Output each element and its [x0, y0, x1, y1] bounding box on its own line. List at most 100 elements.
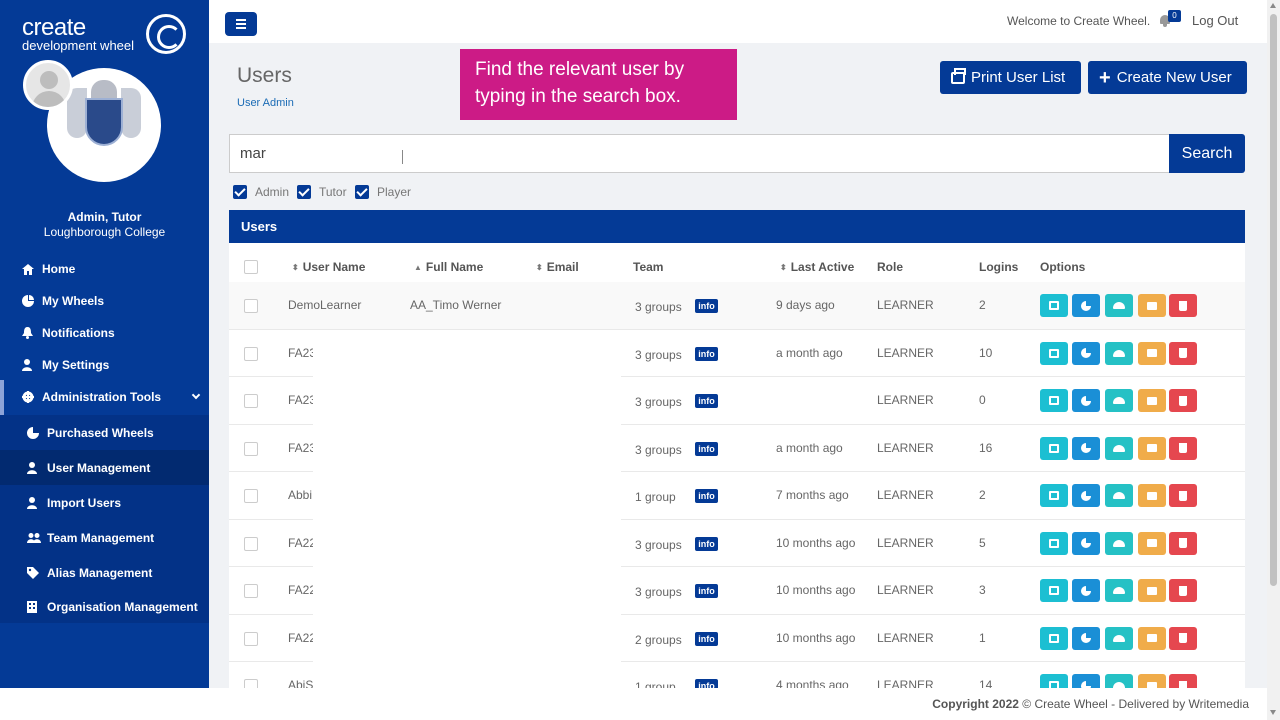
- user-teams-button[interactable]: [1105, 579, 1133, 602]
- delete-user-button[interactable]: [1169, 294, 1197, 317]
- view-wheel-button[interactable]: [1072, 341, 1100, 365]
- edit-user-button[interactable]: [1040, 389, 1068, 412]
- user-teams-button[interactable]: [1105, 294, 1133, 317]
- delete-user-button[interactable]: [1169, 341, 1197, 365]
- row-checkbox[interactable]: [244, 394, 258, 408]
- search-input[interactable]: [229, 134, 1170, 173]
- message-user-button[interactable]: [1138, 579, 1166, 602]
- delete-user-button[interactable]: [1169, 389, 1197, 412]
- col-last-active[interactable]: ⬍ Last Active: [780, 260, 854, 274]
- user-teams-button[interactable]: [1105, 626, 1133, 650]
- edit-user-button[interactable]: [1040, 674, 1068, 688]
- delete-user-button[interactable]: [1169, 484, 1197, 507]
- sidebar-item-user-management[interactable]: User Management: [0, 450, 209, 485]
- logo-subtext: development wheel: [22, 38, 135, 53]
- avatar[interactable]: [23, 60, 73, 110]
- info-badge[interactable]: info: [695, 441, 718, 456]
- sidebar-item-team-management[interactable]: Team Management: [0, 520, 209, 555]
- table-row[interactable]: DemoLearner AA_Timo Werner 3 groups info 9 d…: [229, 282, 1245, 330]
- sidebar-item-purchased-wheels[interactable]: Purchased Wheels: [0, 415, 209, 450]
- scroll-thumb[interactable]: [1270, 14, 1277, 586]
- view-wheel-button[interactable]: [1072, 579, 1100, 602]
- message-user-button[interactable]: [1138, 484, 1166, 507]
- col-email[interactable]: ⬍ Email: [536, 260, 579, 274]
- view-wheel-button[interactable]: [1072, 626, 1100, 650]
- col-user-name[interactable]: ⬍ User Name: [292, 260, 365, 274]
- message-user-button[interactable]: [1138, 531, 1166, 555]
- row-checkbox[interactable]: [244, 489, 258, 503]
- breadcrumb[interactable]: User Admin: [237, 97, 294, 109]
- user-teams-button[interactable]: [1105, 436, 1133, 460]
- message-user-button[interactable]: [1138, 294, 1166, 317]
- row-checkbox[interactable]: [244, 584, 258, 598]
- select-all-checkbox[interactable]: [244, 260, 258, 274]
- view-wheel-button[interactable]: [1072, 531, 1100, 555]
- user-teams-button[interactable]: [1105, 484, 1133, 507]
- row-checkbox[interactable]: [244, 299, 258, 313]
- edit-user-button[interactable]: [1040, 484, 1068, 507]
- message-user-button[interactable]: [1138, 626, 1166, 650]
- user-teams-button[interactable]: [1105, 531, 1133, 555]
- info-badge[interactable]: info: [695, 631, 718, 646]
- sidebar-item-alias-management[interactable]: Alias Management: [0, 555, 209, 590]
- edit-user-button[interactable]: [1040, 626, 1068, 650]
- view-wheel-button[interactable]: [1072, 674, 1100, 688]
- print-user-list-button[interactable]: Print User List: [940, 61, 1081, 94]
- create-wheel-logo[interactable]: create development wheel: [22, 14, 192, 56]
- delete-user-button[interactable]: [1169, 626, 1197, 650]
- delete-user-button[interactable]: [1169, 579, 1197, 602]
- player-checkbox[interactable]: [355, 185, 369, 199]
- row-checkbox[interactable]: [244, 631, 258, 646]
- filter-player[interactable]: Player: [355, 185, 411, 199]
- sidebar-item-administration-tools[interactable]: Administration Tools: [0, 381, 209, 413]
- sidebar-item-my-wheels[interactable]: My Wheels: [0, 285, 209, 317]
- edit-user-button[interactable]: [1040, 436, 1068, 460]
- row-checkbox[interactable]: [244, 441, 258, 456]
- view-wheel-button[interactable]: [1072, 436, 1100, 460]
- col-full-name[interactable]: ▲ Full Name: [414, 260, 483, 274]
- admin-checkbox[interactable]: [233, 185, 247, 199]
- sidebar-item-import-users[interactable]: Import Users: [0, 485, 209, 520]
- scroll-up-arrow-icon[interactable]: [1270, 3, 1276, 8]
- delete-user-button[interactable]: [1169, 436, 1197, 460]
- view-wheel-button[interactable]: [1072, 389, 1100, 412]
- sidebar-item-my-settings[interactable]: My Settings: [0, 349, 209, 381]
- page-scrollbar[interactable]: [1267, 0, 1280, 720]
- view-wheel-button[interactable]: [1072, 294, 1100, 317]
- delete-user-button[interactable]: [1169, 674, 1197, 688]
- edit-user-button[interactable]: [1040, 341, 1068, 365]
- info-badge[interactable]: info: [695, 536, 718, 551]
- message-user-button[interactable]: [1138, 674, 1166, 688]
- user-teams-button[interactable]: [1105, 389, 1133, 412]
- info-badge[interactable]: info: [695, 394, 718, 408]
- filter-tutor[interactable]: Tutor: [297, 185, 347, 199]
- info-badge[interactable]: info: [695, 584, 718, 598]
- message-user-button[interactable]: [1138, 436, 1166, 460]
- user-teams-button[interactable]: [1105, 341, 1133, 365]
- message-user-button[interactable]: [1138, 389, 1166, 412]
- edit-user-button[interactable]: [1040, 531, 1068, 555]
- search-button[interactable]: Search: [1169, 134, 1245, 173]
- user-teams-button[interactable]: [1105, 674, 1133, 688]
- info-badge[interactable]: info: [695, 346, 718, 361]
- create-new-user-button[interactable]: + Create New User: [1088, 61, 1247, 94]
- row-checkbox[interactable]: [244, 346, 258, 361]
- sidebar-item-organisation-management[interactable]: Organisation Management: [0, 590, 209, 623]
- tutor-checkbox[interactable]: [297, 185, 311, 199]
- sidebar-item-notifications[interactable]: Notifications: [0, 317, 209, 349]
- row-checkbox[interactable]: [244, 536, 258, 551]
- delete-user-button[interactable]: [1169, 531, 1197, 555]
- message-user-button[interactable]: [1138, 341, 1166, 365]
- view-wheel-button[interactable]: [1072, 484, 1100, 507]
- info-badge[interactable]: info: [695, 299, 718, 313]
- menu-toggle-button[interactable]: [225, 12, 257, 36]
- scroll-down-arrow-icon[interactable]: [1270, 710, 1276, 715]
- row-checkbox[interactable]: [244, 679, 258, 688]
- logout-link[interactable]: Log Out: [1192, 13, 1238, 28]
- edit-user-button[interactable]: [1040, 294, 1068, 317]
- edit-user-button[interactable]: [1040, 579, 1068, 602]
- sidebar-item-home[interactable]: Home: [0, 253, 209, 285]
- filter-admin[interactable]: Admin: [233, 185, 289, 199]
- info-badge[interactable]: info: [695, 489, 718, 503]
- info-badge[interactable]: info: [695, 679, 718, 688]
